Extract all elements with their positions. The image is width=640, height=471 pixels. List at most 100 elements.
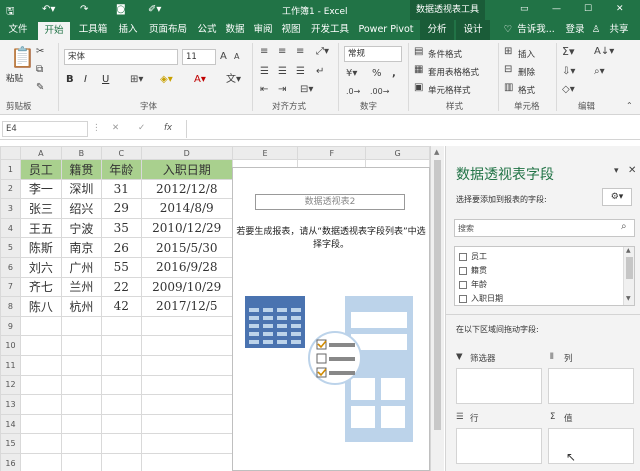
row-header[interactable]: 14: [0, 413, 21, 435]
wrap-text-icon[interactable]: ↵: [316, 66, 324, 78]
gear-icon[interactable]: ⚙▾: [602, 188, 632, 206]
cell[interactable]: 29: [100, 198, 142, 219]
row-header[interactable]: 5: [0, 237, 21, 258]
cell[interactable]: 陈八: [19, 296, 62, 317]
decrease-indent-icon[interactable]: ⇤: [260, 84, 268, 96]
scroll-up-icon[interactable]: ▲: [626, 247, 631, 254]
share-button[interactable]: 共享: [604, 20, 634, 40]
format-cells-button[interactable]: 格式: [518, 84, 535, 96]
tab-page-layout[interactable]: 页面布局: [144, 20, 192, 40]
field-item[interactable]: 籍贯: [459, 265, 487, 276]
column-header[interactable]: E: [231, 146, 299, 160]
scroll-thumb[interactable]: [434, 160, 441, 430]
tab-home[interactable]: 开始: [38, 22, 70, 40]
cell[interactable]: 兰州: [60, 276, 102, 298]
tab-file[interactable]: 文件: [2, 20, 34, 40]
tab-view[interactable]: 视图: [278, 20, 304, 40]
minimize-icon[interactable]: —: [552, 4, 561, 14]
scroll-down-icon[interactable]: ▼: [626, 295, 631, 302]
camera-icon[interactable]: ◙: [116, 4, 126, 15]
cell[interactable]: 2009/10/29: [140, 276, 233, 298]
row-header[interactable]: 7: [0, 276, 21, 298]
phonetic-icon[interactable]: 文▾: [226, 74, 241, 86]
cell[interactable]: 绍兴: [60, 198, 102, 219]
rows-drop-area[interactable]: [456, 428, 542, 464]
row-header[interactable]: 6: [0, 256, 21, 278]
cell[interactable]: 齐七: [19, 276, 62, 298]
cell[interactable]: 2010/12/29: [140, 217, 233, 239]
row-header[interactable]: 12: [0, 374, 21, 396]
orientation-icon[interactable]: ⤢▾: [316, 46, 329, 58]
shrink-font-icon[interactable]: A: [234, 51, 239, 63]
scroll-thumb[interactable]: [626, 257, 633, 279]
pivot-table-placeholder[interactable]: 数据透视表2 若要生成报表，请从“数据透视表字段列表”中选择字段。: [232, 167, 430, 471]
format-painter-icon[interactable]: ✐▾: [148, 4, 161, 15]
formula-input[interactable]: [186, 120, 636, 138]
underline-button[interactable]: U: [102, 74, 109, 85]
align-left-icon[interactable]: ☰: [260, 66, 269, 78]
cell[interactable]: 26: [100, 237, 142, 258]
align-middle-icon[interactable]: ≡: [278, 46, 286, 58]
paste-button[interactable]: 粘贴: [6, 72, 23, 84]
insert-cells-button[interactable]: 插入: [518, 48, 535, 60]
field-item[interactable]: 年龄: [459, 279, 487, 290]
row-header[interactable]: 16: [0, 452, 21, 471]
header-cell[interactable]: 年龄: [100, 159, 142, 180]
comma-icon[interactable]: ,: [392, 68, 396, 80]
column-header[interactable]: G: [365, 146, 430, 160]
copy-icon[interactable]: ⧉: [36, 64, 43, 76]
column-header[interactable]: C: [100, 146, 142, 160]
cell[interactable]: 2017/12/5: [140, 296, 233, 317]
row-header[interactable]: 9: [0, 315, 21, 337]
font-name-select[interactable]: 宋体: [64, 49, 178, 65]
header-cell[interactable]: 入职日期: [140, 159, 233, 180]
font-size-select[interactable]: 11: [182, 49, 216, 65]
number-format-select[interactable]: 常规: [344, 46, 402, 62]
autosum-icon[interactable]: Σ▾: [562, 46, 574, 58]
cell[interactable]: 2014/8/9: [140, 198, 233, 219]
columns-drop-area[interactable]: [548, 368, 634, 404]
format-painter-icon[interactable]: ✎: [36, 82, 44, 94]
close-icon[interactable]: ✕: [616, 4, 624, 14]
cell[interactable]: 55: [100, 256, 142, 278]
increase-decimal-icon[interactable]: .0→: [346, 86, 360, 98]
tab-data[interactable]: 数据: [222, 20, 248, 40]
header-cell[interactable]: 员工: [19, 159, 62, 180]
field-item[interactable]: 入职日期: [459, 293, 503, 304]
cell[interactable]: 2012/12/8: [140, 178, 233, 200]
sheet-scrollbar[interactable]: ▲: [430, 146, 444, 471]
cell[interactable]: 42: [100, 296, 142, 317]
field-search-input[interactable]: 搜索 ⌕: [454, 219, 635, 237]
row-header[interactable]: 10: [0, 335, 21, 356]
insert-cells-icon[interactable]: ⊞: [504, 46, 512, 58]
paste-icon[interactable]: 📋: [10, 46, 35, 68]
cell[interactable]: 陈斯: [19, 237, 62, 258]
ribbon-display-icon[interactable]: ▭: [520, 4, 529, 14]
name-box[interactable]: E4: [2, 121, 88, 137]
format-cells-icon[interactable]: ▥: [504, 82, 513, 94]
tab-developer[interactable]: 开发工具: [306, 20, 354, 40]
cell-style-icon[interactable]: ▣: [414, 82, 423, 94]
field-item[interactable]: 员工: [459, 251, 487, 262]
cell[interactable]: 刘六: [19, 256, 62, 278]
row-header[interactable]: 11: [0, 354, 21, 376]
column-header[interactable]: B: [60, 146, 102, 160]
cell[interactable]: 南京: [60, 237, 102, 258]
cell[interactable]: 杭州: [60, 296, 102, 317]
merge-center-icon[interactable]: ⊟▾: [300, 84, 313, 96]
clear-icon[interactable]: ◇▾: [562, 84, 575, 96]
column-header[interactable]: D: [140, 146, 233, 160]
cell[interactable]: 宁波: [60, 217, 102, 239]
checkbox[interactable]: [459, 266, 467, 275]
tab-analyze[interactable]: 分析: [420, 20, 454, 40]
field-list-scrollbar[interactable]: ▲ ▼: [623, 247, 634, 305]
close-icon[interactable]: ✕: [628, 165, 636, 176]
maximize-icon[interactable]: ☐: [584, 4, 592, 14]
enter-icon[interactable]: ✓: [138, 123, 145, 133]
sort-filter-icon[interactable]: A↓▾: [594, 46, 614, 58]
filters-drop-area[interactable]: [456, 368, 542, 404]
cell[interactable]: 李一: [19, 178, 62, 200]
row-header[interactable]: 13: [0, 394, 21, 415]
checkbox[interactable]: [459, 252, 467, 261]
row-header[interactable]: 2: [0, 178, 21, 200]
